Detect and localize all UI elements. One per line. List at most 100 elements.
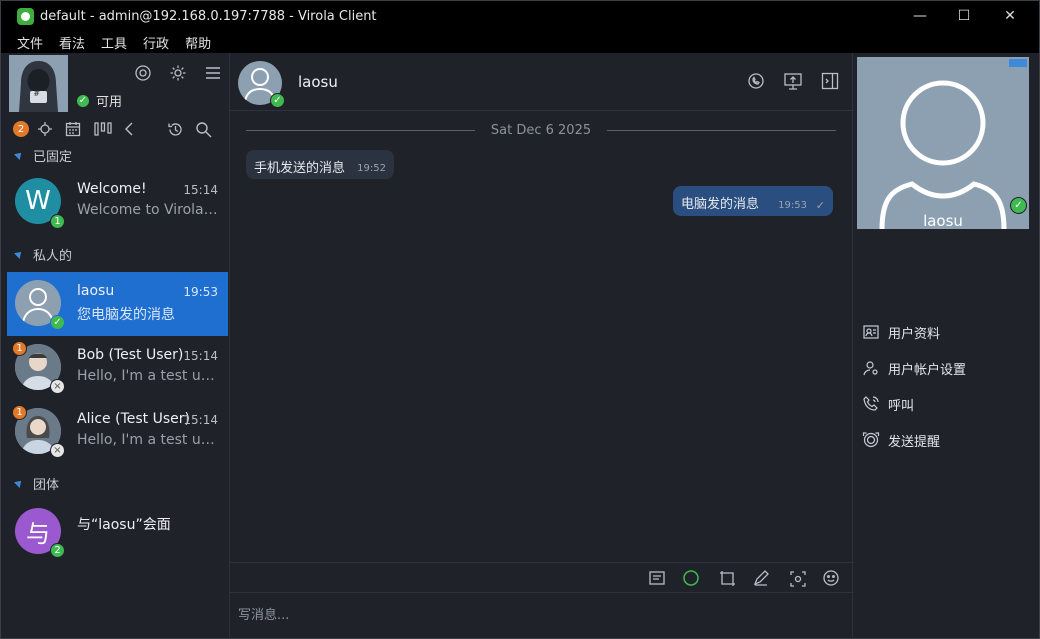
chat-item-bob[interactable]: 1 × Bob (Test User) 15:14 Hello, I'm a t… <box>7 336 228 400</box>
separator-line <box>246 129 475 131</box>
action-account-settings[interactable]: 用户帐户设置 <box>862 356 1032 380</box>
collapse-triangle-icon <box>14 150 24 160</box>
app-logo-icon <box>17 7 34 25</box>
action-label: 呼叫 <box>888 398 915 414</box>
minimize-button[interactable]: — <box>897 1 943 31</box>
message-outgoing[interactable]: 电脑发的消息 19:53 ✓ <box>673 186 833 216</box>
offline-x-icon: × <box>50 379 65 394</box>
screenshot-icon[interactable] <box>131 61 155 85</box>
search-icon[interactable] <box>191 117 215 141</box>
board-icon[interactable] <box>91 117 115 141</box>
unread-badge: 1 <box>50 214 65 229</box>
menu-tools[interactable]: 工具 <box>93 33 135 52</box>
chevron-left-icon[interactable] <box>117 117 141 141</box>
menu-bar: 文件 看法 工具 行政 帮助 <box>1 31 1039 53</box>
self-status-label: 可用 <box>96 95 123 110</box>
screen-share-icon[interactable] <box>783 71 805 93</box>
separator-line <box>607 129 837 131</box>
action-label: 发送提醒 <box>888 434 941 450</box>
conversation-title: laosu <box>298 73 338 91</box>
chat-name: 与“laosu”会面 <box>77 517 171 533</box>
attach-screenshot-icon[interactable] <box>718 569 738 589</box>
notification-badge[interactable]: 2 <box>13 121 29 137</box>
action-call[interactable]: 呼叫 <box>862 392 1032 416</box>
self-avatar[interactable]: # <box>9 55 68 112</box>
chat-item-laosu[interactable]: ✓ laosu 19:53 您电脑发的消息 <box>7 272 228 336</box>
chat-name: Bob (Test User) <box>77 347 184 363</box>
section-pinned[interactable]: 已固定 <box>7 143 228 167</box>
menu-file[interactable]: 文件 <box>9 33 51 52</box>
pen-icon[interactable] <box>752 569 772 589</box>
screenshot-region-icon[interactable] <box>788 569 808 589</box>
message-input[interactable] <box>238 601 838 629</box>
collapse-triangle-icon <box>14 478 24 488</box>
chat-name: laosu <box>77 283 115 299</box>
section-private[interactable]: 私人的 <box>7 242 228 266</box>
hacker-avatar-icon <box>9 55 68 112</box>
chat-time: 15:14 <box>183 413 218 427</box>
user-silhouette-icon <box>879 80 1007 229</box>
activity-icon[interactable] <box>33 117 57 141</box>
phone-icon <box>862 395 880 413</box>
profile-picture[interactable]: ✓ laosu <box>857 57 1029 229</box>
chat-name: Welcome! <box>77 181 147 197</box>
reminder-icon <box>862 431 880 449</box>
action-user-profile[interactable]: 用户资料 <box>862 320 1032 344</box>
history-icon[interactable] <box>163 117 187 141</box>
read-check-icon: ✓ <box>815 199 825 212</box>
message-text: 电脑发的消息 <box>681 197 760 212</box>
section-groups[interactable]: 团体 <box>7 471 228 495</box>
self-status[interactable]: ✓ 可用 <box>75 91 122 110</box>
menu-help[interactable]: 帮助 <box>177 33 219 52</box>
chat-name: Alice (Test User) <box>77 411 190 427</box>
gear-icon[interactable] <box>166 61 190 85</box>
date-label: Sat Dec 6 2025 <box>490 122 592 138</box>
check-icon: ✓ <box>75 92 91 109</box>
calendar-icon[interactable] <box>61 117 85 141</box>
composer-toolbar <box>230 562 854 592</box>
window-title: default - admin@192.168.0.197:7788 - Vir… <box>40 8 377 24</box>
chat-item-meeting[interactable]: 与 2 与“laosu”会面 <box>7 500 228 564</box>
message-time: 19:53 <box>778 200 807 211</box>
online-check-icon: ✓ <box>270 93 285 108</box>
template-icon[interactable] <box>648 569 668 589</box>
app-window: default - admin@192.168.0.197:7788 - Vir… <box>0 0 1040 639</box>
action-send-reminder[interactable]: 发送提醒 <box>862 428 1032 452</box>
menu-admin[interactable]: 行政 <box>135 33 177 52</box>
emoji-icon[interactable] <box>822 569 842 589</box>
chat-item-alice[interactable]: 1 × Alice (Test User) 15:14 Hello, I'm a… <box>7 400 228 464</box>
section-private-label: 私人的 <box>33 248 73 264</box>
message-incoming[interactable]: 手机发送的消息 19:52 <box>246 150 394 179</box>
self-avatar-text: # <box>34 89 40 99</box>
maximize-button[interactable]: ☐ <box>941 1 987 31</box>
title-bar: default - admin@192.168.0.197:7788 - Vir… <box>1 1 1039 31</box>
chat-time: 19:53 <box>183 285 218 299</box>
user-settings-icon <box>862 359 880 377</box>
profile-name: laosu <box>923 212 963 229</box>
status-circle-icon[interactable] <box>682 569 702 589</box>
chat-time: 15:14 <box>183 183 218 197</box>
action-label: 用户帐户设置 <box>888 362 967 378</box>
unread-badge: 1 <box>12 405 27 420</box>
call-icon[interactable] <box>746 71 768 93</box>
chat-preview: Hello, I'm a test use... <box>77 432 219 448</box>
filter-toolbar: 2 <box>7 115 228 143</box>
toggle-sidebar-icon[interactable] <box>820 71 842 93</box>
profile-panel: ✓ laosu 用户资料 用户帐户设置 呼叫 发送提醒 <box>854 53 1034 637</box>
resize-tab[interactable] <box>1009 59 1027 67</box>
chat-preview: 您电脑发的消息 <box>77 307 175 323</box>
composer <box>230 592 854 637</box>
chat-item-welcome[interactable]: W 1 Welcome! 15:14 Welcome to Virola ... <box>7 170 228 234</box>
left-panel: # ✓ 可用 2 已固定 W 1 Welcome! 15:14 Welcome … <box>7 53 228 637</box>
unread-badge: 2 <box>50 543 65 558</box>
chat-preview: Welcome to Virola ... <box>77 202 219 218</box>
contact-card-icon <box>862 323 880 341</box>
conversation-header: ✓ laosu <box>230 53 854 111</box>
chat-time: 15:14 <box>183 349 218 363</box>
conversation-panel: ✓ laosu Sat Dec 6 2025 手机发送的消息 19:52 电脑发… <box>229 53 854 637</box>
offline-x-icon: × <box>50 443 65 458</box>
hamburger-menu-icon[interactable] <box>201 61 225 85</box>
action-label: 用户资料 <box>888 326 941 342</box>
close-button[interactable]: ✕ <box>987 1 1033 31</box>
menu-view[interactable]: 看法 <box>51 33 93 52</box>
